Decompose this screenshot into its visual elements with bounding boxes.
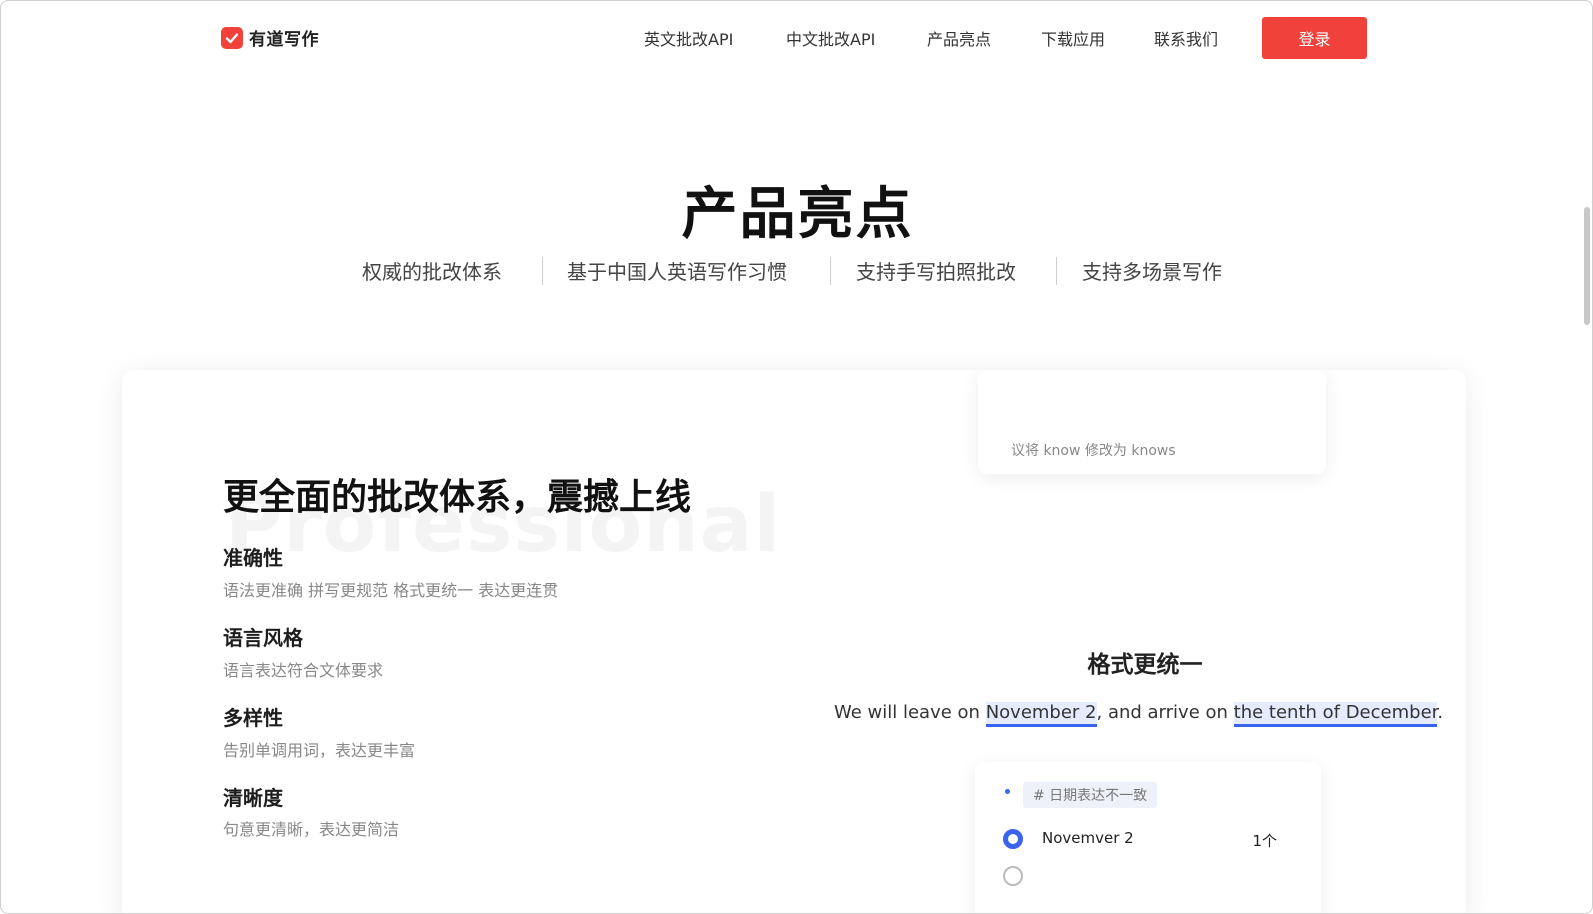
item-accuracy-desc: 语法更准确 拼写更规范 格式更统一 表达更连贯 xyxy=(223,581,559,600)
top-navbar: 有道写作 英文批改API 中文批改API 产品亮点 下载应用 联系我们 登录 xyxy=(1,1,1592,75)
section-title: 产品亮点 xyxy=(681,182,914,247)
item-diversity-title: 多样性 xyxy=(223,706,283,730)
login-button[interactable]: 登录 xyxy=(1262,17,1367,59)
suggestion-panel: 议将 know 修改为 knows xyxy=(978,370,1326,474)
nav-link-contact[interactable]: 联系我们 xyxy=(1154,26,1218,50)
feature-handwriting[interactable]: 支持手写拍照批改 xyxy=(856,256,1016,285)
suggestion-hint: 议将 know 修改为 knows xyxy=(1011,443,1176,459)
highlight-date-2[interactable]: the tenth of December xyxy=(1233,702,1438,727)
card-title: 更全面的批改体系，震撼上线 xyxy=(223,477,692,518)
nav-link-chinese-api[interactable]: 中文批改API xyxy=(786,26,875,50)
browser-window: 有道写作 英文批改API 中文批改API 产品亮点 下载应用 联系我们 登录 产… xyxy=(0,0,1593,914)
option-radio-selected[interactable] xyxy=(1003,829,1023,849)
sentence-part: We will leave on xyxy=(834,702,986,723)
feature-divider xyxy=(542,257,543,285)
correction-panel: # 日期表达不一致 Novemver 2 1个 xyxy=(975,762,1321,913)
feature-divider xyxy=(1056,257,1057,285)
highlight-date-1[interactable]: November 2 xyxy=(985,702,1097,727)
item-accuracy-title: 准确性 xyxy=(223,546,283,570)
nav-link-highlights[interactable]: 产品亮点 xyxy=(927,26,991,50)
item-clarity-desc: 句意更清晰，表达更简洁 xyxy=(223,820,400,839)
feature-tabs: 权威的批改体系 基于中国人英语写作习惯 支持手写拍照批改 支持多场景写作 xyxy=(1,256,1592,288)
item-diversity-desc: 告别单调用词，表达更丰富 xyxy=(223,741,416,760)
feature-divider xyxy=(830,257,831,285)
sentence-part: . xyxy=(1437,702,1444,723)
feature-chinese-habits[interactable]: 基于中国人英语写作习惯 xyxy=(567,256,787,285)
demo-format-title: 格式更统一 xyxy=(1087,652,1203,678)
feature-multi-scene[interactable]: 支持多场景写作 xyxy=(1082,256,1222,285)
option-radio[interactable] xyxy=(1003,866,1023,886)
nav-link-download[interactable]: 下载应用 xyxy=(1041,26,1105,50)
bullet-dot xyxy=(1005,789,1010,794)
item-clarity-title: 清晰度 xyxy=(223,786,283,810)
feature-authoritative[interactable]: 权威的批改体系 xyxy=(362,256,502,285)
issue-tag: # 日期表达不一致 xyxy=(1023,782,1158,808)
option-count: 1个 xyxy=(1252,832,1277,850)
sentence-part: , and arrive on xyxy=(1096,702,1234,723)
feature-card: Professional 更全面的批改体系，震撼上线 准确性 语法更准确 拼写更… xyxy=(122,370,1466,913)
nav-link-english-api[interactable]: 英文批改API xyxy=(644,26,733,50)
item-style-title: 语言风格 xyxy=(223,626,303,650)
item-style-desc: 语言表达符合文体要求 xyxy=(223,661,384,680)
option-label[interactable]: Novemver 2 xyxy=(1042,829,1134,847)
demo-sentence: We will leave on November 2, and arrive … xyxy=(834,702,1444,727)
